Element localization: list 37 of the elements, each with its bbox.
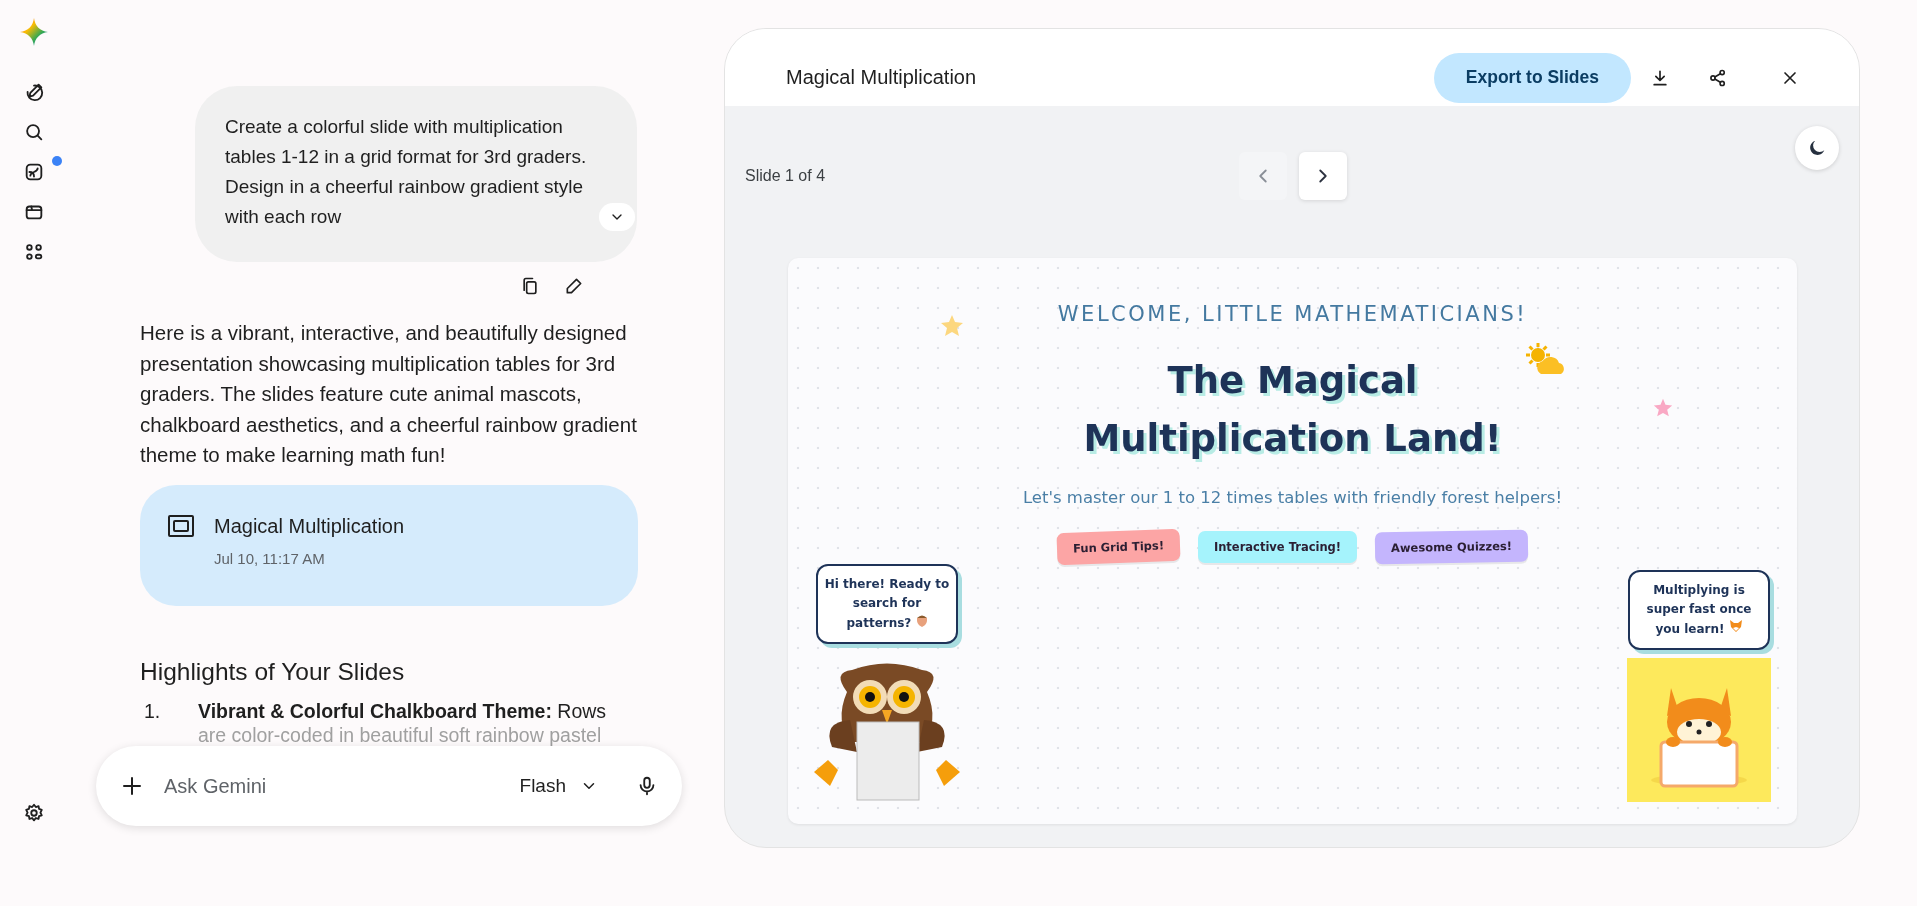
slide-title: The Magical Multiplication Land!: [1082, 358, 1503, 462]
list-item-text: Vibrant & Colorful Chalkboard Theme: Rows: [198, 698, 608, 724]
prompt-text: Create a colorful slide with multiplication tables 1-12 in a grid format for 3rd graders. Design in a cheerful rainbow gradient style with each row: [225, 115, 588, 229]
slide-counter: Slide 1 of 4: [745, 167, 827, 185]
artifact-title: Magical Multiplication: [214, 514, 405, 538]
artifact-date: Jul 10, 11:17 AM: [214, 549, 326, 567]
pencil-icon[interactable]: [564, 276, 584, 296]
acorn-icon: [915, 613, 928, 627]
gallery-icon[interactable]: [23, 161, 45, 183]
star-icon: [1653, 398, 1673, 418]
sparkle-logo[interactable]: [20, 18, 48, 46]
plus-icon[interactable]: [120, 774, 144, 798]
search-icon[interactable]: [23, 121, 45, 143]
model-dropdown[interactable]: Flash: [513, 774, 604, 798]
copy-icon[interactable]: [520, 276, 540, 296]
section-heading: Highlights of Your Slides: [140, 657, 406, 686]
canvas-title: Magical Multiplication: [786, 66, 978, 89]
list-number: 1.: [143, 698, 162, 724]
response-text: Here is a vibrant, interactive, and beautifully designed presentation showcasing multiplication tables for 3rd graders. The slides feature cute animal mascots, chalkboard aesthetics, and a cheerful rainbow gradient theme to make learning math fun!: [140, 320, 638, 468]
tag: Interactive Tracing!: [1197, 531, 1358, 563]
dark-mode-button[interactable]: [1795, 126, 1839, 170]
ask-field[interactable]: Ask Gemini: [162, 773, 496, 799]
slide-subtitle: Let's master our 1 to 12 times tables with friendly forest helpers!: [1022, 488, 1563, 507]
fox-icon: [1728, 619, 1743, 633]
apps-icon[interactable]: [23, 241, 45, 263]
faded-text: are color-coded in beautiful soft rainbow pastel: [198, 725, 603, 744]
sun-cloud-icon: [1525, 342, 1567, 376]
star-icon: [940, 314, 964, 338]
expand-button[interactable]: [599, 203, 635, 231]
export-button[interactable]: Export to Slides: [1433, 52, 1631, 103]
tag: Awesome Quizzes!: [1374, 529, 1529, 565]
share-icon[interactable]: [1708, 67, 1728, 88]
settings-icon[interactable]: [23, 802, 45, 824]
slides-icon: [168, 514, 194, 537]
slide-eyebrow: WELCOME, LITTLE MATHEMATICIANS!: [1057, 302, 1528, 326]
artifact-card[interactable]: Magical Multiplication Jul 10, 11:17 AM: [140, 484, 638, 606]
tag: Fun Grid Tips!: [1056, 528, 1181, 566]
